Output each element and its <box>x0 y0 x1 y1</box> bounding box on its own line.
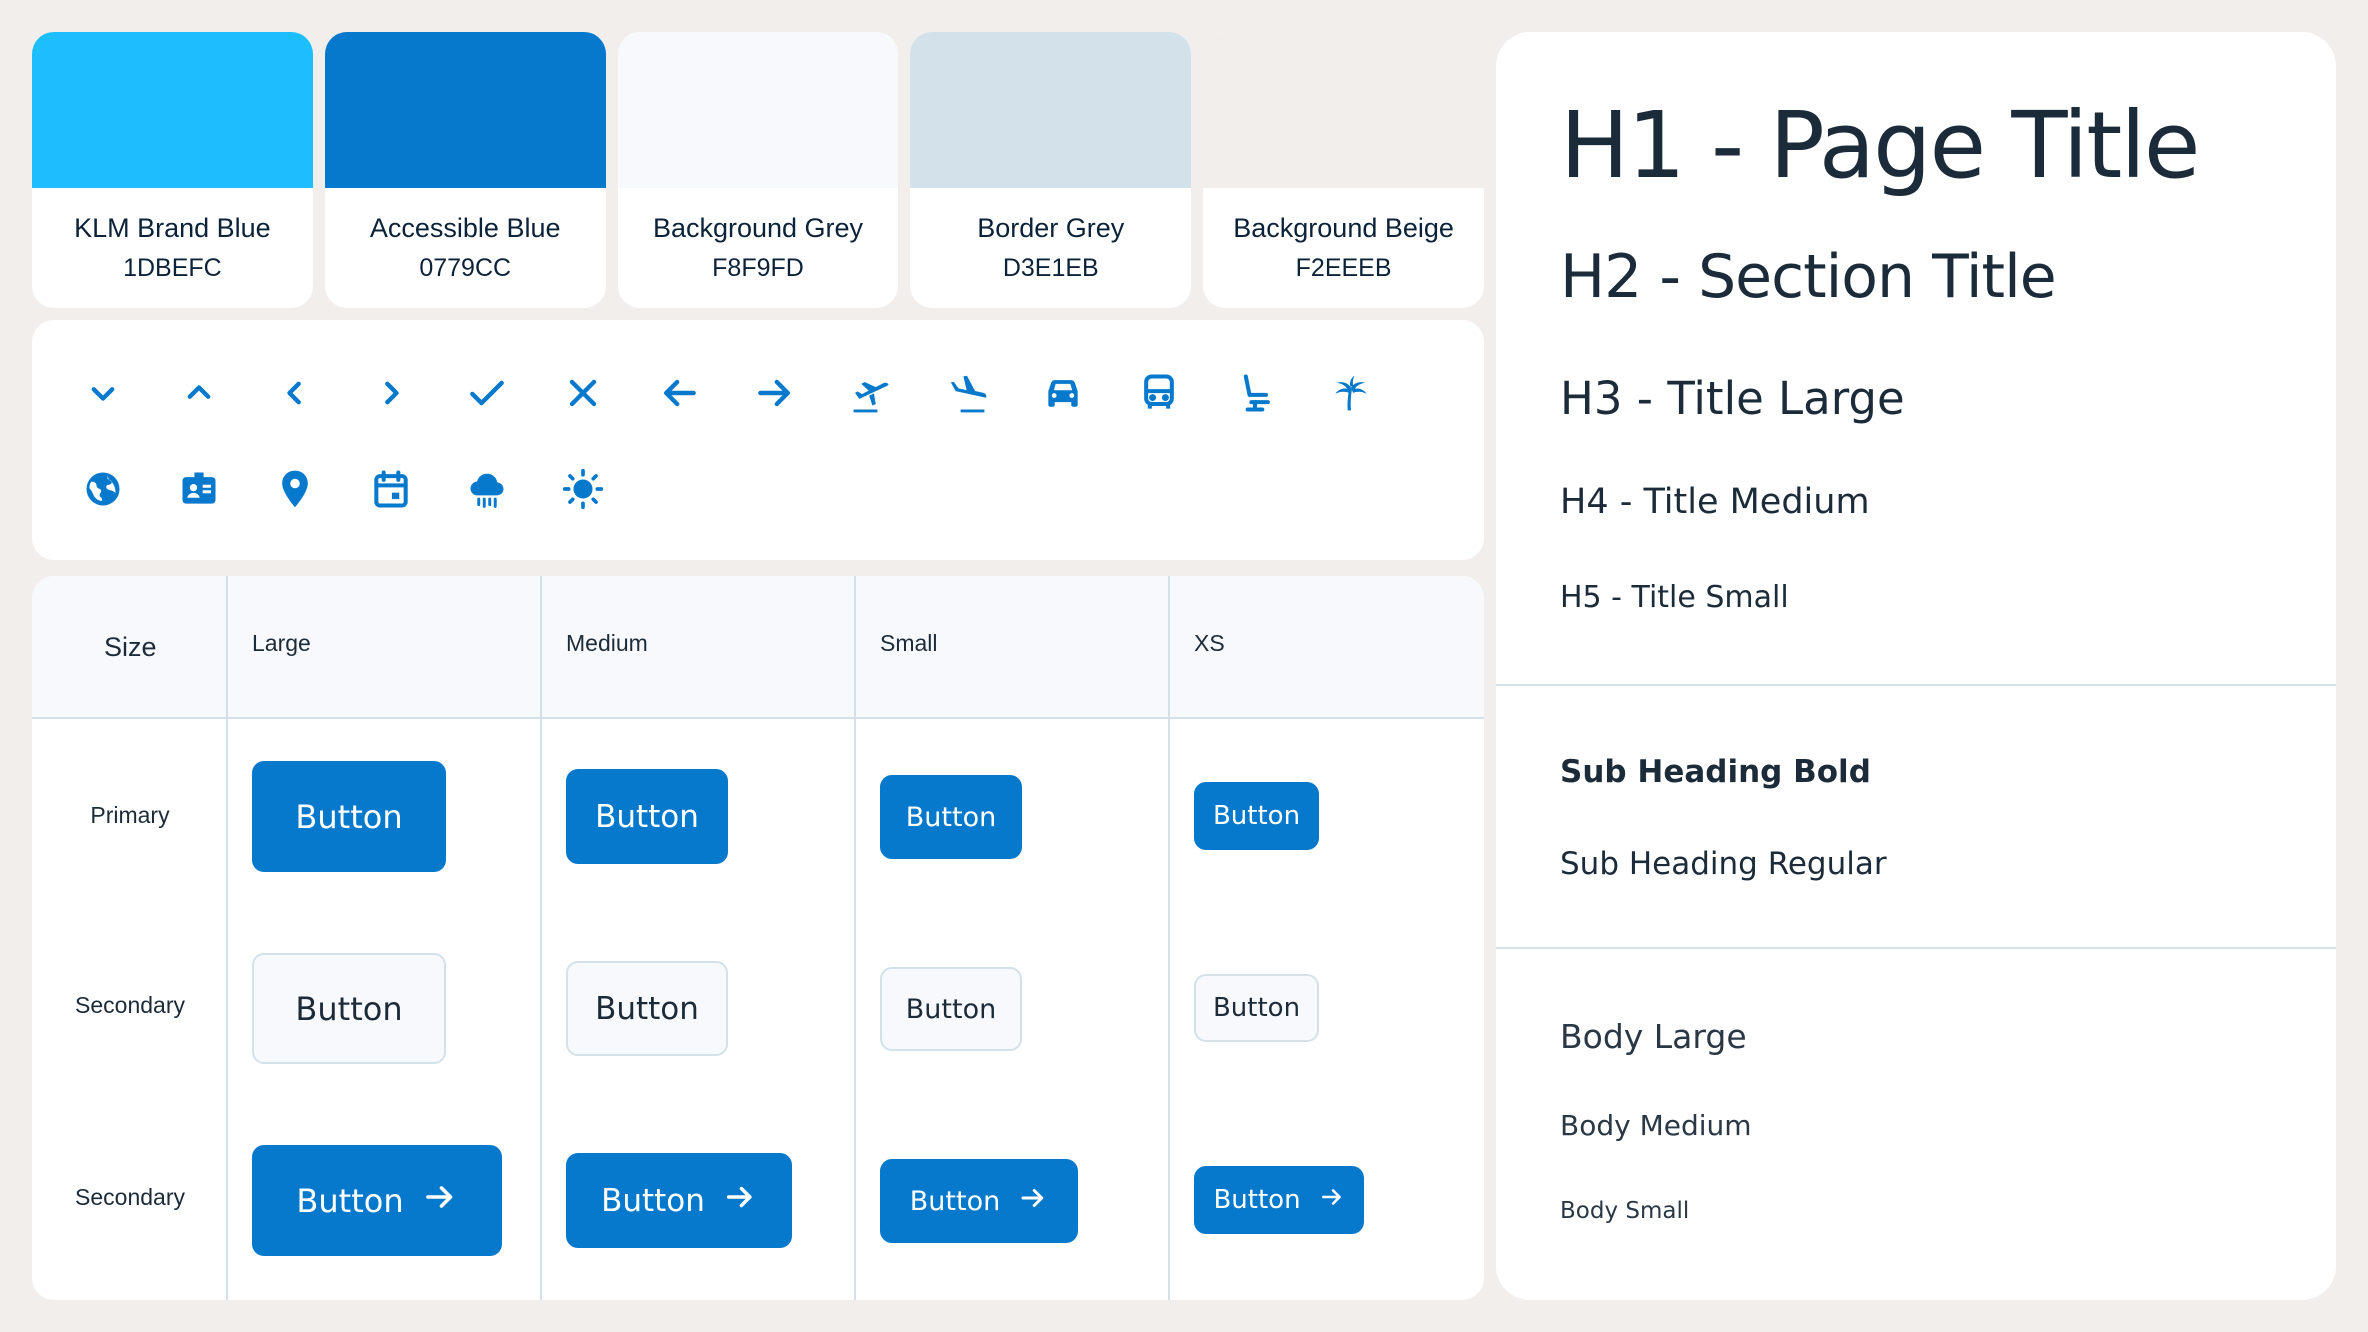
button-label: Button <box>295 989 403 1028</box>
chevron-left-icon <box>270 368 320 418</box>
header-small: Small <box>880 630 938 656</box>
chevron-right-icon <box>366 368 416 418</box>
primary-button-small[interactable]: Button <box>880 775 1022 859</box>
typography-scale: H1 - Page Title H2 - Section Title H3 - … <box>1496 32 2336 1300</box>
swatch-color-block <box>617 32 899 188</box>
arrow-right-icon <box>723 1180 757 1222</box>
button-label: Button <box>1212 993 1301 1023</box>
button-label: Button <box>595 798 699 835</box>
arrow-right-icon <box>1319 1184 1345 1217</box>
button-label: Button <box>601 1182 705 1219</box>
icon-set <box>32 320 1484 560</box>
secondary-button-xs[interactable]: Button <box>1194 974 1319 1042</box>
checkmark-icon <box>462 368 512 418</box>
body-large-sample: Body Large <box>1560 1017 1747 1056</box>
location-pin-icon <box>270 464 320 514</box>
header-large: Large <box>252 630 311 656</box>
sub-heading-regular-sample: Sub Heading Regular <box>1560 846 1887 882</box>
icon-button-xs[interactable]: Button <box>1194 1166 1364 1234</box>
swatch-color-block <box>1203 32 1484 188</box>
secondary-button-small[interactable]: Button <box>880 967 1022 1051</box>
palm-tree-icon <box>1326 368 1376 418</box>
primary-button-large[interactable]: Button <box>252 761 446 872</box>
globe-icon <box>78 464 128 514</box>
icon-button-large[interactable]: Button <box>252 1145 502 1256</box>
body-medium-sample: Body Medium <box>1560 1109 1752 1142</box>
close-icon <box>558 368 608 418</box>
header-size: Size <box>104 632 157 662</box>
chevron-down-icon <box>78 368 128 418</box>
table-header <box>32 576 1484 719</box>
swatch-background-grey: Background Grey F8F9FD <box>617 32 899 308</box>
button-label: Button <box>905 993 997 1025</box>
calendar-icon <box>366 464 416 514</box>
button-label: Button <box>295 797 403 836</box>
car-icon <box>1038 368 1088 418</box>
chevron-up-icon <box>174 368 224 418</box>
swatch-color-block <box>910 32 1192 188</box>
plane-takeoff-icon <box>846 368 896 418</box>
button-label: Button <box>905 801 997 833</box>
swatch-name: KLM Brand Blue <box>74 213 271 243</box>
icon-button-medium[interactable]: Button <box>566 1153 792 1248</box>
section-divider <box>1496 947 2336 949</box>
color-palette: KLM Brand Blue 1DBEFC Accessible Blue 07… <box>32 32 1484 308</box>
secondary-button-medium[interactable]: Button <box>566 961 728 1056</box>
button-label: Button <box>296 1181 404 1220</box>
body-small-sample: Body Small <box>1560 1198 1690 1224</box>
swatch-name: Background Beige <box>1233 213 1454 243</box>
column-divider <box>1168 576 1170 1300</box>
arrow-right-icon <box>750 368 800 418</box>
icon-button-small[interactable]: Button <box>880 1159 1078 1243</box>
button-label: Button <box>1212 801 1301 831</box>
heading-h3-sample: H3 - Title Large <box>1560 372 1905 425</box>
row-label-secondary-icon: Secondary <box>75 1184 185 1210</box>
swatch-name: Border Grey <box>977 213 1125 243</box>
header-medium: Medium <box>566 630 648 656</box>
swatch-hex: F8F9FD <box>712 254 804 282</box>
column-divider <box>854 576 856 1300</box>
secondary-button-large[interactable]: Button <box>252 953 446 1064</box>
swatch-hex: 0779CC <box>419 254 512 282</box>
swatch-accessible-blue: Accessible Blue 0779CC <box>324 32 606 308</box>
button-label: Button <box>595 990 699 1027</box>
button-label: Button <box>1213 1185 1301 1215</box>
swatch-color-block <box>324 32 606 188</box>
swatch-hex: F2EEEB <box>1295 254 1392 282</box>
swatch-background-beige: Background Beige F2EEEB <box>1203 32 1484 308</box>
bus-icon <box>1134 368 1184 418</box>
row-label-secondary: Secondary <box>75 992 185 1018</box>
swatch-hex: 1DBEFC <box>123 254 222 282</box>
arrow-left-icon <box>654 368 704 418</box>
row-label-primary: Primary <box>90 802 170 828</box>
swatch-name: Background Grey <box>652 213 864 243</box>
swatch-color-block <box>32 32 313 188</box>
arrow-right-icon <box>422 1179 458 1223</box>
rain-cloud-icon <box>462 464 512 514</box>
sun-icon <box>558 464 608 514</box>
sub-heading-bold-sample: Sub Heading Bold <box>1560 754 1871 790</box>
heading-h4-sample: H4 - Title Medium <box>1560 482 1870 522</box>
heading-h2-sample: H2 - Section Title <box>1560 242 2057 312</box>
swatch-klm-brand-blue: KLM Brand Blue 1DBEFC <box>32 32 313 308</box>
id-badge-icon <box>174 464 224 514</box>
swatch-border-grey: Border Grey D3E1EB <box>910 32 1192 308</box>
section-divider <box>1496 684 2336 686</box>
primary-button-medium[interactable]: Button <box>566 769 728 864</box>
seat-icon <box>1230 368 1280 418</box>
header-xs: XS <box>1194 630 1225 656</box>
button-size-table: Size Large Medium Small XS Primary Secon… <box>32 576 1484 1300</box>
heading-h1-sample: H1 - Page Title <box>1560 92 2201 199</box>
swatch-name: Accessible Blue <box>369 213 561 243</box>
column-divider <box>540 576 542 1300</box>
primary-button-xs[interactable]: Button <box>1194 782 1319 850</box>
arrow-right-icon <box>1018 1183 1048 1220</box>
plane-landing-icon <box>942 368 992 418</box>
swatch-hex: D3E1EB <box>1002 254 1099 282</box>
heading-h5-sample: H5 - Title Small <box>1560 580 1789 615</box>
button-label: Button <box>909 1185 1001 1217</box>
